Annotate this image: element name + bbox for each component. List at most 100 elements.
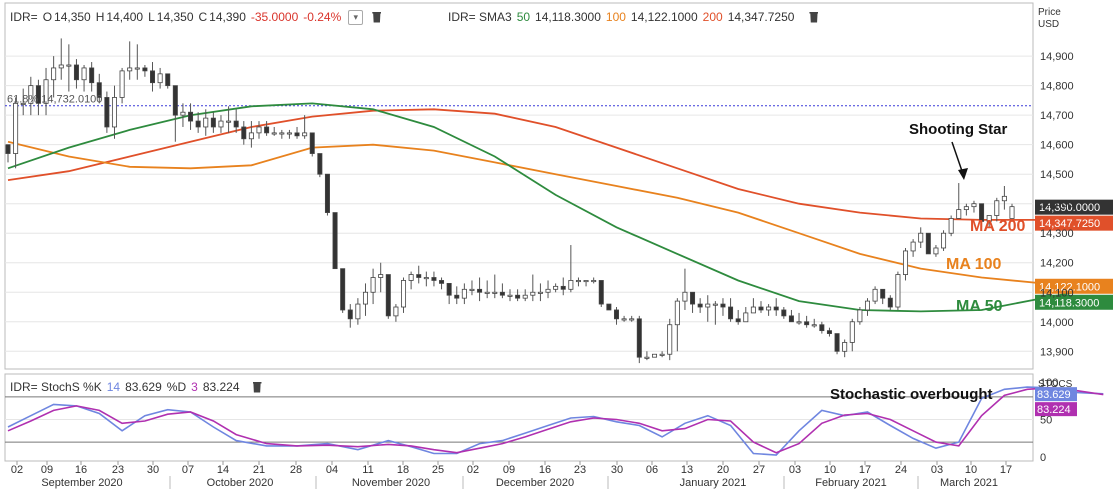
stoch-legend: IDR= StochS %K 14 83.629 %D 3 83.224	[10, 378, 267, 396]
legend-low-label: L	[148, 10, 155, 24]
stoch-k-value: 83.629	[125, 380, 162, 394]
candle	[948, 215, 954, 237]
stoch-axis-label: STOCS	[1038, 379, 1073, 390]
x-tick-label: 04	[326, 464, 338, 476]
stoch-tick-label: 50	[1040, 415, 1052, 427]
candle	[872, 286, 878, 305]
candle-body	[522, 294, 528, 299]
x-tick-label: 27	[753, 464, 765, 476]
stoch-tag-label: 83.629	[1037, 389, 1071, 401]
candle-body	[925, 232, 931, 255]
y-tick-label: 14,600	[1040, 140, 1074, 152]
candle-body	[963, 206, 969, 211]
annotation-shooting-star: Shooting Star	[909, 121, 1007, 138]
candle	[385, 274, 391, 319]
candle-body	[195, 120, 201, 128]
candle-body	[659, 353, 665, 356]
sma-period-100: 100	[605, 10, 626, 24]
trash-icon[interactable]	[252, 381, 262, 393]
y-tick-label: 13,900	[1040, 346, 1074, 358]
fib-label: 61.8% 14,732.0100	[7, 94, 102, 106]
candle-body	[13, 102, 19, 154]
y-tick-label: 14,800	[1040, 81, 1074, 93]
candle	[941, 230, 947, 251]
candle-body	[515, 294, 521, 299]
candle-body	[385, 274, 391, 317]
candle	[925, 232, 931, 255]
candle-body	[712, 303, 718, 306]
candle-body	[51, 67, 57, 81]
candle-body	[165, 73, 171, 87]
candle-body	[842, 342, 848, 352]
candle-body	[477, 288, 483, 293]
x-tick-label: 28	[290, 464, 302, 476]
candle	[309, 132, 315, 157]
candle-body	[1001, 195, 1007, 202]
candle-body	[271, 132, 277, 135]
candle-body	[903, 250, 909, 275]
candle-body	[309, 132, 315, 154]
trash-icon[interactable]	[372, 11, 382, 23]
candle	[636, 315, 642, 364]
x-tick-label: 17	[1000, 464, 1012, 476]
x-tick-label: 10	[965, 464, 977, 476]
candle-body	[674, 300, 680, 326]
candle-body	[941, 232, 947, 249]
candle-body	[766, 306, 772, 311]
candle	[340, 268, 346, 313]
candle-body	[705, 303, 711, 308]
candle	[667, 318, 673, 361]
candle	[317, 153, 323, 178]
legend-low: 14,350	[156, 10, 194, 24]
candle-body	[804, 321, 810, 326]
candle-body	[796, 321, 802, 324]
candle-body	[857, 309, 863, 323]
x-month-label: October 2020	[207, 477, 274, 489]
legend-change-pct: -0.24%	[303, 10, 342, 24]
stoch-tick-label: 0	[1040, 452, 1046, 464]
sma-value-50: 14,118.3000	[535, 10, 601, 24]
legend-open-label: O	[42, 10, 53, 24]
legend-close: 14,390	[209, 10, 246, 24]
candle-body	[598, 280, 604, 305]
y-tick-label: 14,500	[1040, 169, 1074, 181]
candle-body	[119, 70, 125, 98]
x-tick-label: 24	[895, 464, 907, 476]
chevron-down-icon[interactable]: ▾	[348, 9, 364, 25]
candle-body	[66, 64, 72, 67]
x-month-label: March 2021	[940, 477, 998, 489]
trash-icon[interactable]	[809, 11, 819, 23]
candle-body	[142, 67, 148, 72]
y-tick-label: 14,300	[1040, 228, 1074, 240]
legend-open: 14,350	[54, 10, 91, 24]
candle-body	[735, 318, 741, 323]
candle-body	[537, 291, 543, 294]
candle	[324, 173, 330, 216]
legend-symbol: IDR=	[10, 10, 38, 24]
annotation-ma100: MA 100	[946, 256, 1002, 273]
x-tick-label: 13	[681, 464, 693, 476]
candle-body	[690, 291, 696, 305]
candle-body	[728, 306, 734, 320]
candle-body	[408, 274, 414, 281]
chart-root: Shooting Star MA 200 MA 100 MA 50 Stochastic…	[0, 0, 1116, 490]
chart-canvas[interactable]: Shooting Star MA 200 MA 100 MA 50 Stochastic…	[0, 0, 1116, 490]
candle-body	[157, 73, 163, 84]
y-axis-unit: USD	[1038, 19, 1059, 30]
x-tick-label: 30	[147, 464, 159, 476]
candle-body	[461, 288, 467, 299]
candle-body	[355, 303, 361, 320]
candle-body	[279, 132, 285, 135]
candle-body	[484, 291, 490, 294]
x-tick-label: 23	[112, 464, 124, 476]
x-tick-label: 17	[859, 464, 871, 476]
candle-body	[393, 306, 399, 317]
sma-legend: IDR= SMA3 50 14,118.3000 100 14,122.1000…	[448, 8, 823, 26]
x-tick-label: 06	[646, 464, 658, 476]
candle-body	[636, 318, 642, 358]
annotation-ma200: MA 200	[970, 218, 1026, 235]
candle-body	[872, 288, 878, 302]
candle	[652, 353, 658, 358]
candle	[332, 212, 338, 270]
x-tick-label: 02	[11, 464, 23, 476]
